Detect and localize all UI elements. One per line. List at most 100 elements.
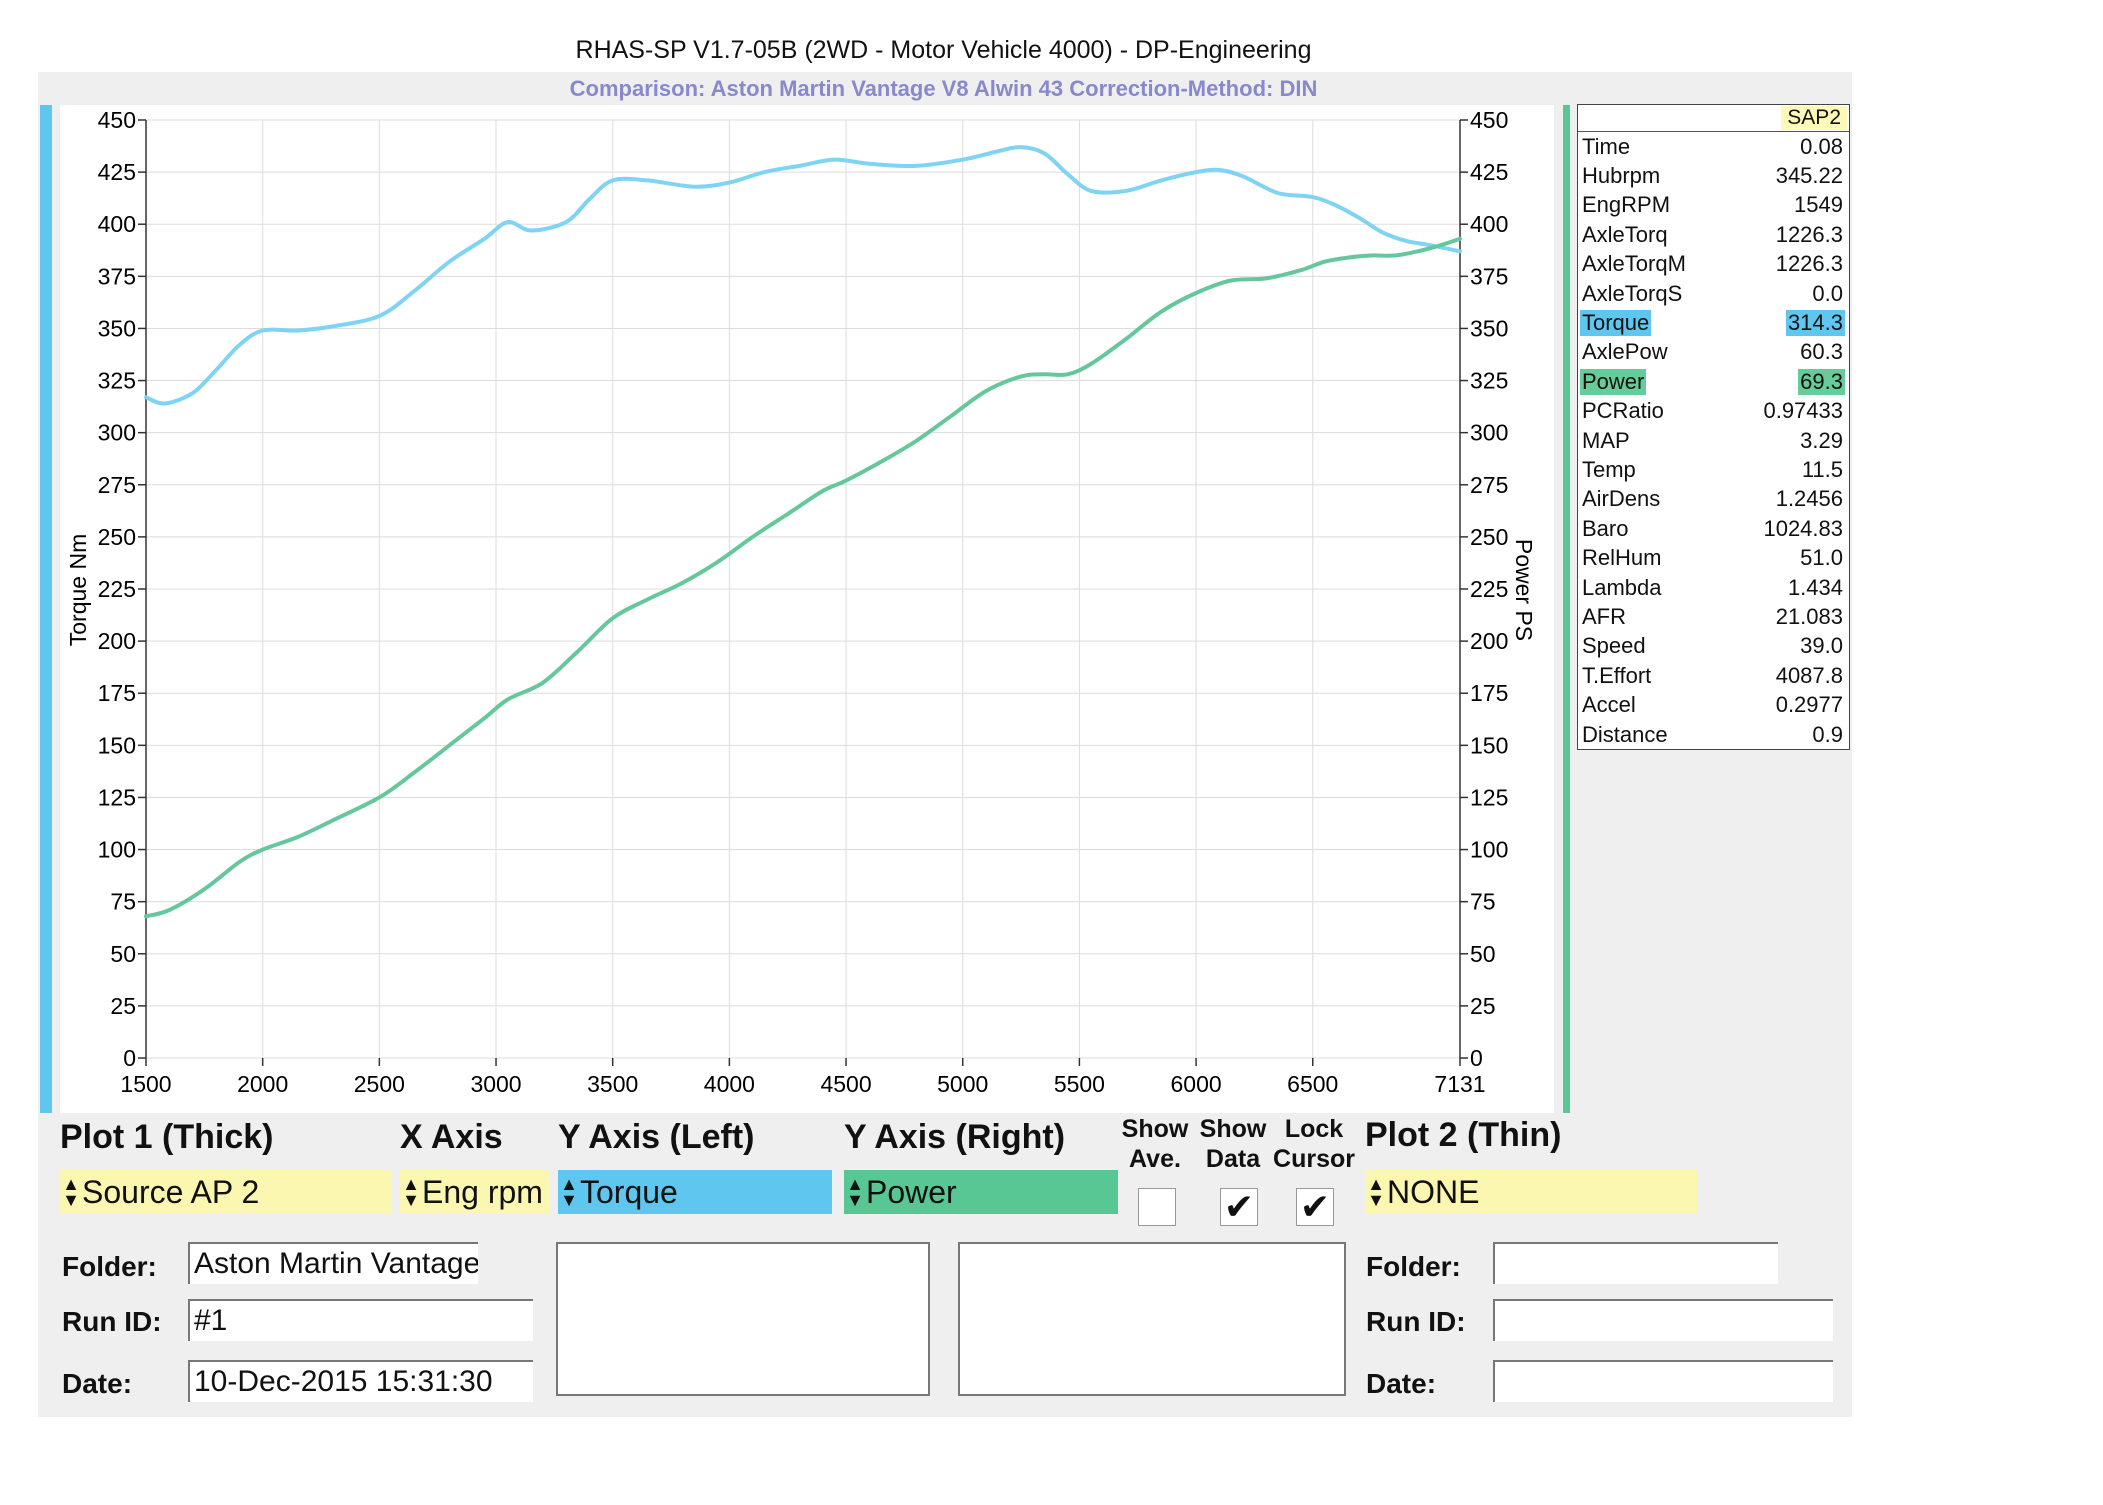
readout-label: AxleTorqM	[1582, 251, 1686, 277]
readout-label: AFR	[1582, 603, 1626, 629]
readout-label: Time	[1582, 133, 1631, 159]
plot2-select[interactable]: ▲ ▼ NONE	[1365, 1170, 1697, 1214]
folder-field[interactable]: Aston Martin Vantage	[188, 1242, 478, 1284]
readout-value: 1226.3	[1775, 251, 1843, 277]
plot2-folder-label: Folder:	[1366, 1251, 1461, 1282]
readout-row: T.Effort 4087.8	[1578, 661, 1849, 690]
plot2-date-field[interactable]	[1493, 1360, 1833, 1402]
readout-value: 0.2977	[1775, 692, 1843, 718]
notes-box-right[interactable]	[958, 1242, 1346, 1396]
x-tick-label: 3500	[587, 1071, 638, 1097]
y-right-tick-label: 0	[1470, 1045, 1483, 1071]
readout-row: Lambda 1.434	[1578, 573, 1849, 602]
readout-row: Distance 0.9	[1578, 720, 1849, 749]
readout-label: RelHum	[1582, 545, 1662, 571]
readout-row: Time 0.08	[1578, 132, 1849, 161]
readout-value: 0.97433	[1763, 398, 1843, 424]
plot1-select[interactable]: ▲ ▼ Source AP 2	[60, 1170, 392, 1214]
y-right-tick-label: 175	[1470, 680, 1508, 706]
x-tick-label: 1500	[120, 1071, 171, 1097]
readout-row: PCRatio 0.97433	[1578, 397, 1849, 426]
y-axis-left-spinner-icon[interactable]: ▲ ▼	[558, 1175, 580, 1209]
plot2-select-value: NONE	[1387, 1173, 1480, 1210]
plot2-folder-field[interactable]	[1493, 1242, 1778, 1284]
readout-header: SAP2	[1578, 105, 1849, 132]
readout-value: 0.08	[1800, 133, 1843, 159]
readout-label: Torque	[1580, 310, 1652, 337]
readout-label: EngRPM	[1582, 192, 1671, 218]
readout-value: 4087.8	[1775, 662, 1843, 688]
x-axis-select[interactable]: ▲ ▼ Eng rpm	[400, 1170, 550, 1214]
readout-value: 314.3	[1785, 310, 1845, 337]
y-right-tick-label: 300	[1470, 420, 1508, 446]
y-right-tick-label: 250	[1470, 524, 1508, 550]
y-axis-left-select-value: Torque	[580, 1173, 678, 1210]
readout-label: Power	[1580, 368, 1647, 395]
date-label: Date:	[62, 1368, 133, 1399]
y-left-tick-label: 350	[98, 315, 136, 341]
y-left-tick-label: 125	[98, 784, 136, 810]
y-left-tick-label: 50	[110, 941, 136, 967]
folder-label: Folder:	[62, 1251, 157, 1282]
y-axis-left-label: Torque Nm	[65, 534, 91, 646]
readout-value: 1024.83	[1763, 515, 1843, 541]
notes-box-left[interactable]	[556, 1242, 930, 1396]
readout-source-label: SAP2	[1781, 106, 1847, 130]
y-left-tick-label: 175	[98, 680, 136, 706]
x-tick-label: 2500	[354, 1071, 405, 1097]
plot2-run-id-field[interactable]	[1493, 1299, 1833, 1341]
readout-row: AxleTorq 1226.3	[1578, 220, 1849, 249]
run-id-field[interactable]: #1	[188, 1299, 533, 1341]
y-right-tick-label: 425	[1470, 159, 1508, 185]
y-left-tick-label: 450	[98, 107, 136, 133]
right-axis-color-bar	[1563, 105, 1570, 1113]
y-right-tick-label: 200	[1470, 628, 1508, 654]
readout-label: Baro	[1582, 515, 1629, 541]
readout-label: Accel	[1582, 692, 1636, 718]
y-left-tick-label: 250	[98, 524, 136, 550]
y-axis-left-select[interactable]: ▲ ▼ Torque	[558, 1170, 832, 1214]
plot1-spinner-icon[interactable]: ▲ ▼	[60, 1175, 82, 1209]
y-axis-right-spinner-icon[interactable]: ▲ ▼	[844, 1175, 866, 1209]
plot2-spinner-icon[interactable]: ▲ ▼	[1365, 1175, 1387, 1209]
lock-cursor-checkbox[interactable]: ✔	[1296, 1186, 1334, 1227]
show-data-checkbox[interactable]: ✔	[1220, 1186, 1258, 1227]
plot2-run-id-label: Run ID:	[1366, 1306, 1466, 1337]
readout-label: Temp	[1582, 456, 1636, 482]
readout-label: AxlePow	[1582, 339, 1668, 365]
y-right-tick-label: 25	[1470, 993, 1496, 1019]
readout-rows: Time 0.08 Hubrpm 345.22 EngRPM 1549 AxleTorq 12…	[1578, 132, 1849, 749]
y-right-tick-label: 75	[1470, 889, 1496, 915]
readout-value: 0.0	[1812, 280, 1843, 306]
readout-value: 39.0	[1800, 633, 1843, 659]
readout-value: 1226.3	[1775, 221, 1843, 247]
y-right-tick-label: 125	[1470, 784, 1508, 810]
date-field[interactable]: 10-Dec-2015 15:31:30	[188, 1360, 533, 1402]
x-tick-label: 6000	[1170, 1071, 1221, 1097]
readout-label: PCRatio	[1582, 398, 1664, 424]
readout-row: AxleTorqM 1226.3	[1578, 250, 1849, 279]
y-right-tick-label: 100	[1470, 837, 1508, 863]
y-axis-right-select[interactable]: ▲ ▼ Power	[844, 1170, 1118, 1214]
checkmark-icon: ✔	[1299, 1186, 1331, 1227]
x-tick-label: 5000	[937, 1071, 988, 1097]
readout-row: AxlePow 60.3	[1578, 338, 1849, 367]
readout-value: 21.083	[1775, 603, 1843, 629]
y-axis-right-control-label: Y Axis (Right)	[844, 1118, 1066, 1156]
plot2-label: Plot 2 (Thin)	[1365, 1116, 1562, 1154]
readout-value: 69.3	[1798, 368, 1845, 395]
checkmark-icon: ✔	[1223, 1186, 1255, 1227]
readout-table: SAP2 Time 0.08 Hubrpm 345.22 EngRPM 1549 AxleT…	[1577, 104, 1850, 751]
y-right-tick-label: 400	[1470, 211, 1508, 237]
plot-background	[60, 105, 1554, 1113]
dyno-chart[interactable]: 1500 2000 2500 3000 3500 4000 4500 5000 5500 6000…	[0, 0, 1570, 1120]
show-ave-checkbox[interactable]	[1138, 1188, 1176, 1226]
readout-row: AFR 21.083	[1578, 602, 1849, 631]
x-axis-spinner-icon[interactable]: ▲ ▼	[400, 1175, 422, 1209]
run-id-label: Run ID:	[62, 1306, 162, 1337]
x-tick-label: 4500	[820, 1071, 871, 1097]
readout-row: Power 69.3	[1578, 367, 1849, 396]
readout-label: Distance	[1582, 721, 1668, 747]
plot1-select-value: Source AP 2	[82, 1173, 260, 1210]
left-axis-color-bar	[40, 105, 52, 1113]
